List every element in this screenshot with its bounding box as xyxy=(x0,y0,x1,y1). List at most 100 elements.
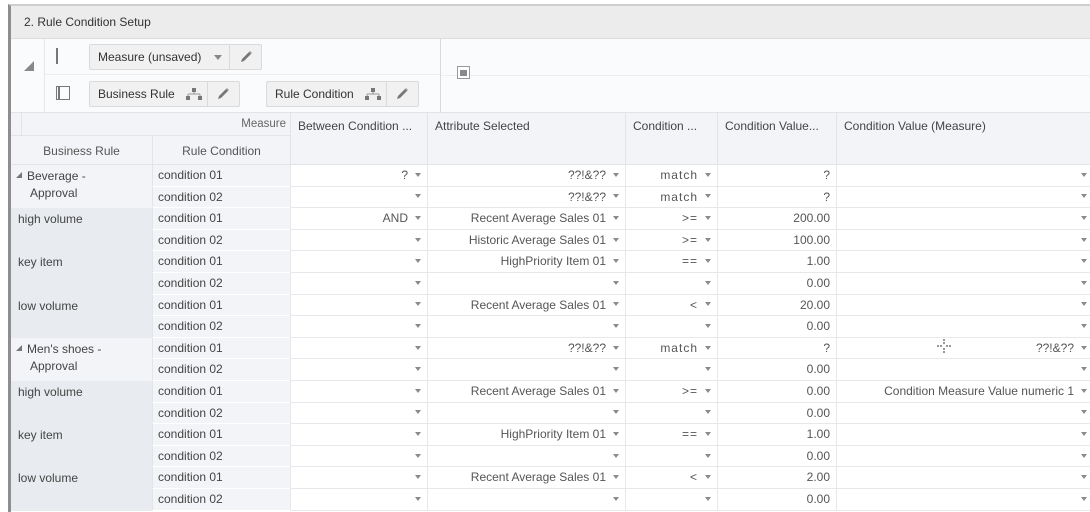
dropdown-arrow-icon[interactable] xyxy=(613,345,619,350)
condition-value-cell[interactable]: 2.00 xyxy=(717,467,836,489)
condition-operator-cell[interactable] xyxy=(625,488,717,511)
condition-value-cell[interactable]: 1.00 xyxy=(717,251,836,273)
condition-value-cell[interactable]: ? xyxy=(717,337,836,360)
dropdown-arrow-icon[interactable] xyxy=(415,280,421,285)
condition-value-cell[interactable]: 1.00 xyxy=(717,424,836,446)
between-condition-cell[interactable] xyxy=(290,337,427,360)
condition-value-cell[interactable]: 0.00 xyxy=(717,402,836,425)
dropdown-arrow-icon[interactable] xyxy=(705,410,711,415)
dropdown-arrow-icon[interactable] xyxy=(613,216,619,221)
edit-measure-button[interactable] xyxy=(229,45,261,69)
condition-operator-cell[interactable]: match xyxy=(625,165,717,187)
dropdown-arrow-icon[interactable] xyxy=(415,431,421,436)
dropdown-arrow-icon[interactable] xyxy=(613,237,619,242)
between-condition-cell[interactable] xyxy=(290,229,427,252)
attribute-selected-cell[interactable]: Recent Average Sales 01 xyxy=(427,467,625,489)
dropdown-arrow-icon[interactable] xyxy=(415,323,421,328)
dropdown-arrow-icon[interactable] xyxy=(415,172,421,177)
dropdown-arrow-icon[interactable] xyxy=(1081,237,1087,242)
condition-value-cell[interactable]: 0.00 xyxy=(717,316,836,338)
condition-value-measure-cell[interactable]: Condition Measure Value numeric 1 xyxy=(836,380,1090,403)
edit-business-rule-button[interactable] xyxy=(206,82,239,106)
condition-value-measure-cell[interactable] xyxy=(836,445,1090,468)
condition-value-measure-cell[interactable] xyxy=(836,488,1090,511)
dropdown-arrow-icon[interactable] xyxy=(705,453,711,458)
attribute-selected-cell[interactable] xyxy=(427,316,625,338)
condition-operator-cell[interactable] xyxy=(625,402,717,425)
condition-value-measure-cell[interactable] xyxy=(836,208,1090,230)
dropdown-arrow-icon[interactable] xyxy=(613,259,619,264)
dropdown-arrow-icon[interactable] xyxy=(705,280,711,285)
dropdown-arrow-icon[interactable] xyxy=(613,475,619,480)
rule-condition-tile[interactable]: Rule Condition xyxy=(266,81,419,107)
dropdown-arrow-icon[interactable] xyxy=(1081,280,1087,285)
column-header-attribute-selected[interactable]: Attribute Selected xyxy=(427,113,625,165)
hierarchy-button[interactable] xyxy=(360,82,386,106)
dropdown-arrow-icon[interactable] xyxy=(705,475,711,480)
condition-value-measure-cell[interactable] xyxy=(836,402,1090,425)
condition-value-cell[interactable]: 20.00 xyxy=(717,294,836,317)
dropdown-arrow-icon[interactable] xyxy=(613,496,619,501)
dimension-header-rule-condition[interactable]: Rule Condition xyxy=(152,136,290,165)
condition-operator-cell[interactable] xyxy=(625,316,717,338)
condition-operator-cell[interactable] xyxy=(625,445,717,468)
dropdown-arrow-icon[interactable] xyxy=(1081,475,1087,480)
condition-value-cell[interactable]: ? xyxy=(717,165,836,187)
dropdown-arrow-icon[interactable] xyxy=(613,323,619,328)
dropdown-arrow-icon[interactable] xyxy=(705,431,711,436)
dropdown-arrow-icon[interactable] xyxy=(415,259,421,264)
dropdown-arrow-icon[interactable] xyxy=(705,367,711,372)
dropdown-arrow-icon[interactable] xyxy=(613,431,619,436)
dropdown-arrow-icon[interactable] xyxy=(705,237,711,242)
condition-value-measure-cell[interactable] xyxy=(836,294,1090,317)
condition-value-cell[interactable]: 0.00 xyxy=(717,272,836,295)
attribute-selected-cell[interactable]: ??!&?? xyxy=(427,165,625,187)
dropdown-arrow-icon[interactable] xyxy=(1081,172,1087,177)
column-header-condition-operator[interactable]: Condition ... xyxy=(625,113,717,165)
chevron-down-icon[interactable] xyxy=(207,45,229,69)
dropdown-arrow-icon[interactable] xyxy=(1081,410,1087,415)
business-rule-tile[interactable]: Business Rule xyxy=(89,81,240,107)
condition-value-cell[interactable]: 200.00 xyxy=(717,208,836,230)
column-header-between-condition[interactable]: Between Condition ... xyxy=(290,113,427,165)
dropdown-arrow-icon[interactable] xyxy=(1081,388,1087,393)
dropdown-arrow-icon[interactable] xyxy=(1081,345,1087,350)
dropdown-arrow-icon[interactable] xyxy=(1081,453,1087,458)
dropdown-arrow-icon[interactable] xyxy=(1081,367,1087,372)
dropdown-arrow-icon[interactable] xyxy=(613,367,619,372)
dropdown-arrow-icon[interactable] xyxy=(705,259,711,264)
condition-value-measure-cell[interactable] xyxy=(836,359,1090,381)
dropdown-arrow-icon[interactable] xyxy=(415,302,421,307)
hierarchy-button[interactable] xyxy=(181,82,207,106)
attribute-selected-cell[interactable] xyxy=(427,445,625,468)
between-condition-cell[interactable] xyxy=(290,186,427,209)
between-condition-cell[interactable] xyxy=(290,316,427,338)
edit-rule-condition-button[interactable] xyxy=(385,82,418,106)
between-condition-cell[interactable] xyxy=(290,424,427,446)
dropdown-arrow-icon[interactable] xyxy=(705,172,711,177)
between-condition-cell[interactable]: ? xyxy=(290,165,427,187)
attribute-selected-cell[interactable]: Recent Average Sales 01 xyxy=(427,208,625,230)
dropdown-arrow-icon[interactable] xyxy=(415,237,421,242)
between-condition-cell[interactable] xyxy=(290,467,427,489)
dropdown-arrow-icon[interactable] xyxy=(613,388,619,393)
condition-value-measure-cell[interactable] xyxy=(836,272,1090,295)
dimension-header-business-rule[interactable]: Business Rule xyxy=(11,136,152,165)
attribute-selected-cell[interactable]: HighPriority Item 01 xyxy=(427,251,625,273)
condition-value-measure-cell[interactable] xyxy=(836,467,1090,489)
dropdown-arrow-icon[interactable] xyxy=(1081,496,1087,501)
dropdown-arrow-icon[interactable] xyxy=(1081,302,1087,307)
between-condition-cell[interactable] xyxy=(290,359,427,381)
attribute-selected-cell[interactable]: ??!&?? xyxy=(427,337,625,360)
column-header-condition-value[interactable]: Condition Value... xyxy=(717,113,836,165)
pivot-area-icon[interactable] xyxy=(457,66,470,79)
attribute-selected-cell[interactable]: ??!&?? xyxy=(427,186,625,209)
dropdown-arrow-icon[interactable] xyxy=(613,172,619,177)
condition-value-cell[interactable]: ? xyxy=(717,186,836,209)
attribute-selected-cell[interactable]: Historic Average Sales 01 xyxy=(427,229,625,252)
between-condition-cell[interactable] xyxy=(290,402,427,425)
condition-operator-cell[interactable]: == xyxy=(625,251,717,273)
condition-operator-cell[interactable]: >= xyxy=(625,380,717,403)
attribute-selected-cell[interactable]: Recent Average Sales 01 xyxy=(427,380,625,403)
dropdown-arrow-icon[interactable] xyxy=(705,496,711,501)
